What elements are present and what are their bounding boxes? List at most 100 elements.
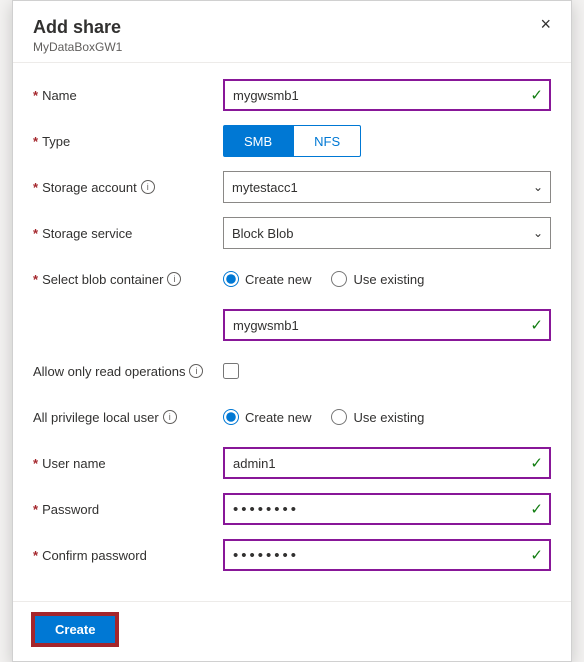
- name-control: ✓: [223, 79, 551, 111]
- storage-service-label-text: Storage service: [42, 226, 132, 241]
- allow-read-label-text: Allow only read operations: [33, 364, 185, 379]
- privilege-label: All privilege local user i: [33, 410, 223, 425]
- blob-create-new-label: Create new: [245, 272, 311, 287]
- blob-container-row: * Select blob container i Create new Use…: [33, 263, 551, 295]
- privilege-control: Create new Use existing: [223, 401, 551, 433]
- password-required-star: *: [33, 502, 38, 517]
- confirm-password-required-star: *: [33, 548, 38, 563]
- allow-read-checkbox[interactable]: [223, 363, 239, 379]
- allow-read-control: [223, 355, 551, 387]
- privilege-use-existing-option[interactable]: Use existing: [331, 409, 424, 425]
- name-input[interactable]: [223, 79, 551, 111]
- confirm-password-label-text: Confirm password: [42, 548, 147, 563]
- blob-container-radio-group: Create new Use existing: [223, 263, 551, 295]
- name-label-text: Name: [42, 88, 77, 103]
- username-row: * User name ✓: [33, 447, 551, 479]
- storage-service-select-wrapper: Block Blob ⌄: [223, 217, 551, 249]
- name-row: * Name ✓: [33, 79, 551, 111]
- password-control: ✓: [223, 493, 551, 525]
- storage-account-required-star: *: [33, 180, 38, 195]
- smb-button[interactable]: SMB: [223, 125, 293, 157]
- blob-container-control: Create new Use existing: [223, 263, 551, 295]
- username-input[interactable]: [223, 447, 551, 479]
- confirm-password-input[interactable]: [223, 539, 551, 571]
- storage-account-row: * Storage account i mytestacc1 ⌄: [33, 171, 551, 203]
- confirm-password-control: ✓: [223, 539, 551, 571]
- dialog-subtitle: MyDataBoxGW1: [33, 40, 551, 54]
- dialog-footer: Create: [13, 601, 571, 661]
- storage-account-select-wrapper: mytestacc1 ⌄: [223, 171, 551, 203]
- storage-service-row: * Storage service Block Blob ⌄: [33, 217, 551, 249]
- blob-container-value-row: ✓: [33, 309, 551, 341]
- blob-container-label-text: Select blob container: [42, 272, 163, 287]
- confirm-password-input-wrapper: ✓: [223, 539, 551, 571]
- password-input-wrapper: ✓: [223, 493, 551, 525]
- confirm-password-label: * Confirm password: [33, 548, 223, 563]
- password-input[interactable]: [223, 493, 551, 525]
- dialog-body: * Name ✓ * Type SMB NFS: [13, 63, 571, 601]
- allow-read-info-icon[interactable]: i: [189, 364, 203, 378]
- privilege-row: All privilege local user i Create new Us…: [33, 401, 551, 433]
- storage-service-control: Block Blob ⌄: [223, 217, 551, 249]
- confirm-password-checkmark: ✓: [530, 546, 543, 564]
- privilege-create-new-radio[interactable]: [223, 409, 239, 425]
- storage-account-label-text: Storage account: [42, 180, 137, 195]
- name-input-wrapper: ✓: [223, 79, 551, 111]
- confirm-password-row: * Confirm password ✓: [33, 539, 551, 571]
- close-button[interactable]: ×: [534, 13, 557, 35]
- dialog-header: Add share MyDataBoxGW1 ×: [13, 1, 571, 63]
- type-toggle: SMB NFS: [223, 125, 551, 157]
- password-label: * Password: [33, 502, 223, 517]
- privilege-label-text: All privilege local user: [33, 410, 159, 425]
- storage-account-select[interactable]: mytestacc1: [223, 171, 551, 203]
- username-checkmark: ✓: [530, 454, 543, 472]
- type-row: * Type SMB NFS: [33, 125, 551, 157]
- blob-container-checkmark: ✓: [530, 316, 543, 334]
- username-control: ✓: [223, 447, 551, 479]
- storage-service-required-star: *: [33, 226, 38, 241]
- nfs-button[interactable]: NFS: [293, 125, 361, 157]
- name-label: * Name: [33, 88, 223, 103]
- add-share-dialog: Add share MyDataBoxGW1 × * Name ✓ * Type: [12, 0, 572, 662]
- type-control: SMB NFS: [223, 125, 551, 157]
- blob-use-existing-radio[interactable]: [331, 271, 347, 287]
- privilege-use-existing-label: Use existing: [353, 410, 424, 425]
- storage-service-label: * Storage service: [33, 226, 223, 241]
- create-button[interactable]: Create: [33, 614, 117, 645]
- blob-container-input[interactable]: [223, 309, 551, 341]
- blob-use-existing-label: Use existing: [353, 272, 424, 287]
- blob-create-new-radio[interactable]: [223, 271, 239, 287]
- password-label-text: Password: [42, 502, 99, 517]
- password-checkmark: ✓: [530, 500, 543, 518]
- password-row: * Password ✓: [33, 493, 551, 525]
- allow-read-label: Allow only read operations i: [33, 364, 223, 379]
- storage-account-label: * Storage account i: [33, 180, 223, 195]
- allow-read-checkbox-wrapper: [223, 355, 551, 387]
- name-required-star: *: [33, 88, 38, 103]
- type-label-text: Type: [42, 134, 70, 149]
- storage-account-control: mytestacc1 ⌄: [223, 171, 551, 203]
- privilege-info-icon[interactable]: i: [163, 410, 177, 424]
- blob-container-label: * Select blob container i: [33, 272, 223, 287]
- privilege-use-existing-radio[interactable]: [331, 409, 347, 425]
- privilege-radio-group: Create new Use existing: [223, 401, 551, 433]
- blob-container-info-icon[interactable]: i: [167, 272, 181, 286]
- privilege-create-new-option[interactable]: Create new: [223, 409, 311, 425]
- blob-create-new-option[interactable]: Create new: [223, 271, 311, 287]
- type-required-star: *: [33, 134, 38, 149]
- allow-read-row: Allow only read operations i: [33, 355, 551, 387]
- storage-account-info-icon[interactable]: i: [141, 180, 155, 194]
- blob-container-value-control: ✓: [223, 309, 551, 341]
- privilege-create-new-label: Create new: [245, 410, 311, 425]
- name-checkmark: ✓: [530, 86, 543, 104]
- username-label-text: User name: [42, 456, 106, 471]
- type-label: * Type: [33, 134, 223, 149]
- username-input-wrapper: ✓: [223, 447, 551, 479]
- dialog-title: Add share: [33, 17, 551, 38]
- blob-container-input-wrapper: ✓: [223, 309, 551, 341]
- storage-service-select[interactable]: Block Blob: [223, 217, 551, 249]
- username-required-star: *: [33, 456, 38, 471]
- blob-container-required-star: *: [33, 272, 38, 287]
- username-label: * User name: [33, 456, 223, 471]
- blob-use-existing-option[interactable]: Use existing: [331, 271, 424, 287]
